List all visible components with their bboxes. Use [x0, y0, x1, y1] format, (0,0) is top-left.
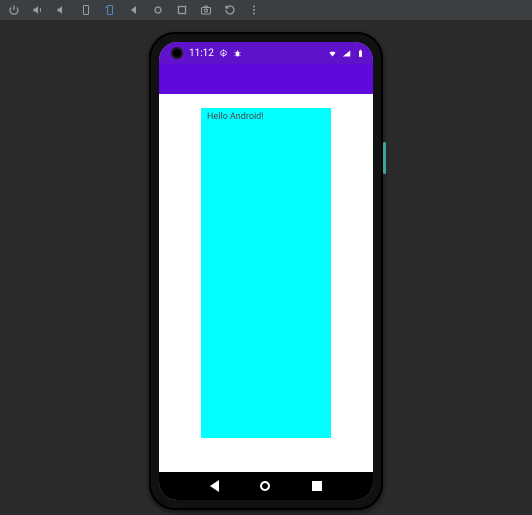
- back-icon[interactable]: [128, 4, 140, 16]
- nav-back-button[interactable]: [210, 480, 219, 492]
- nav-recent-button[interactable]: [312, 481, 322, 491]
- phone-frame: 11:12: [149, 32, 383, 510]
- emulator-stage: 11:12: [0, 20, 532, 515]
- volume-down-icon[interactable]: [56, 4, 68, 16]
- volume-up-icon[interactable]: [32, 4, 44, 16]
- rotate-left-icon[interactable]: [80, 4, 92, 16]
- signal-icon: [342, 49, 351, 58]
- wifi-icon: [328, 49, 337, 58]
- power-icon[interactable]: [8, 4, 20, 16]
- phone-screen: 11:12: [159, 42, 373, 500]
- clock-text: 11:12: [189, 48, 214, 59]
- greeting-text: Hello Android!: [207, 112, 264, 122]
- front-camera: [171, 47, 183, 59]
- status-bar: 11:12: [159, 42, 373, 64]
- side-button: [383, 142, 386, 174]
- status-left: 11:12: [189, 48, 242, 59]
- home-icon[interactable]: [152, 4, 164, 16]
- screenshot-icon[interactable]: [200, 4, 212, 16]
- more-icon[interactable]: [248, 4, 260, 16]
- reload-icon[interactable]: [224, 4, 236, 16]
- content-box: Hello Android!: [201, 108, 331, 438]
- gear-icon: [219, 49, 228, 58]
- app-body: Hello Android!: [159, 94, 373, 472]
- status-right: [328, 49, 365, 58]
- battery-icon: [356, 49, 365, 58]
- system-nav-bar: [159, 472, 373, 500]
- emulator-toolbar: [0, 0, 532, 20]
- bug-icon: [233, 49, 242, 58]
- action-bar: [159, 64, 373, 94]
- overview-icon[interactable]: [176, 4, 188, 16]
- nav-home-button[interactable]: [260, 481, 270, 491]
- rotate-right-icon[interactable]: [104, 4, 116, 16]
